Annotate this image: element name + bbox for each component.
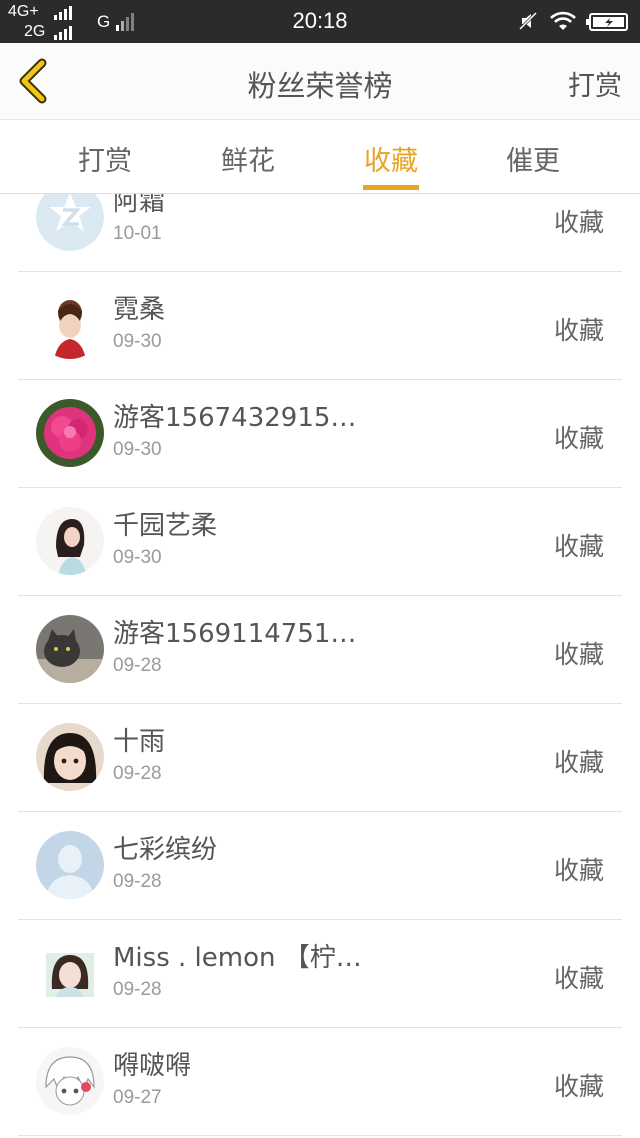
user-name: Miss . lemon 【柠…	[113, 943, 362, 973]
girl-photo-avatar	[36, 939, 104, 1007]
wifi-icon	[550, 11, 576, 30]
item-type: 收藏	[553, 1072, 604, 1101]
header: 粉丝荣誉榜 打赏	[0, 43, 640, 120]
item-type: 收藏	[553, 208, 604, 237]
list-item[interactable]: 霓桑 09-30 收藏	[0, 272, 640, 380]
battery-icon	[586, 13, 628, 31]
pink-flower-avatar	[36, 399, 104, 467]
warrior-girl-avatar	[36, 291, 104, 359]
tab-flowers[interactable]: 鲜花	[203, 139, 293, 178]
fan-list: 阿霜 10-01 收藏 霓桑 09-30 收藏 游客1567432915… 09…	[0, 194, 640, 1138]
item-type: 收藏	[553, 424, 604, 453]
user-date: 10-01	[113, 223, 162, 244]
status-bar: 4G+ 2G G 20:18	[0, 0, 640, 43]
woman-photo-avatar	[36, 507, 104, 575]
tab-tip[interactable]: 打赏	[60, 139, 150, 178]
item-type: 收藏	[553, 964, 604, 993]
list-item[interactable]: 千园艺柔 09-30 收藏	[0, 488, 640, 596]
user-name: 千园艺柔	[113, 511, 218, 541]
user-date: 09-30	[113, 439, 162, 460]
default-z-avatar	[36, 194, 104, 251]
user-name: 七彩缤纷	[113, 835, 218, 865]
list-item[interactable]: 游客1567432915… 09-30 收藏	[0, 380, 640, 488]
user-name: 游客1569114751…	[113, 619, 357, 649]
user-name: 嘚啵嘚	[113, 1051, 192, 1081]
user-date: 09-28	[113, 655, 162, 676]
page-title: 粉丝荣誉榜	[247, 69, 393, 103]
cat-photo-avatar	[36, 615, 104, 683]
child-photo-avatar	[36, 723, 104, 791]
item-type: 收藏	[553, 316, 604, 345]
user-name: 游客1567432915…	[113, 403, 357, 433]
tab-urge-update[interactable]: 催更	[488, 139, 578, 178]
item-type: 收藏	[553, 532, 604, 561]
list-item[interactable]: 阿霜 10-01 收藏	[0, 194, 640, 272]
mute-icon	[518, 11, 538, 31]
status-time: 20:18	[292, 8, 348, 33]
list-item[interactable]: 十雨 09-28 收藏	[0, 704, 640, 812]
item-type: 收藏	[553, 856, 604, 885]
list-item[interactable]: 游客1569114751… 09-28 收藏	[0, 596, 640, 704]
user-name: 阿霜	[113, 194, 166, 217]
list-item[interactable]: 七彩缤纷 09-28 收藏	[0, 812, 640, 920]
user-date: 09-30	[113, 547, 162, 568]
tip-action-button[interactable]: 打赏	[568, 64, 622, 103]
divider	[18, 1135, 622, 1136]
user-date: 09-28	[113, 979, 162, 1000]
item-type: 收藏	[553, 748, 604, 777]
list-item[interactable]: 嘚啵嘚 09-27 收藏	[0, 1028, 640, 1136]
user-date: 09-27	[113, 1087, 162, 1108]
default-person-avatar	[36, 831, 104, 899]
tab-favorites[interactable]: 收藏	[346, 139, 436, 178]
list-item[interactable]: Miss . lemon 【柠… 09-28 收藏	[0, 920, 640, 1028]
tab-bar: 打赏 鲜花 收藏 催更	[0, 121, 640, 194]
user-date: 09-28	[113, 763, 162, 784]
anime-avatar	[36, 1047, 104, 1115]
user-name: 十雨	[113, 727, 166, 757]
item-type: 收藏	[553, 640, 604, 669]
active-tab-indicator	[363, 185, 419, 190]
user-date: 09-30	[113, 331, 162, 352]
user-name: 霓桑	[113, 295, 166, 325]
user-date: 09-28	[113, 871, 162, 892]
